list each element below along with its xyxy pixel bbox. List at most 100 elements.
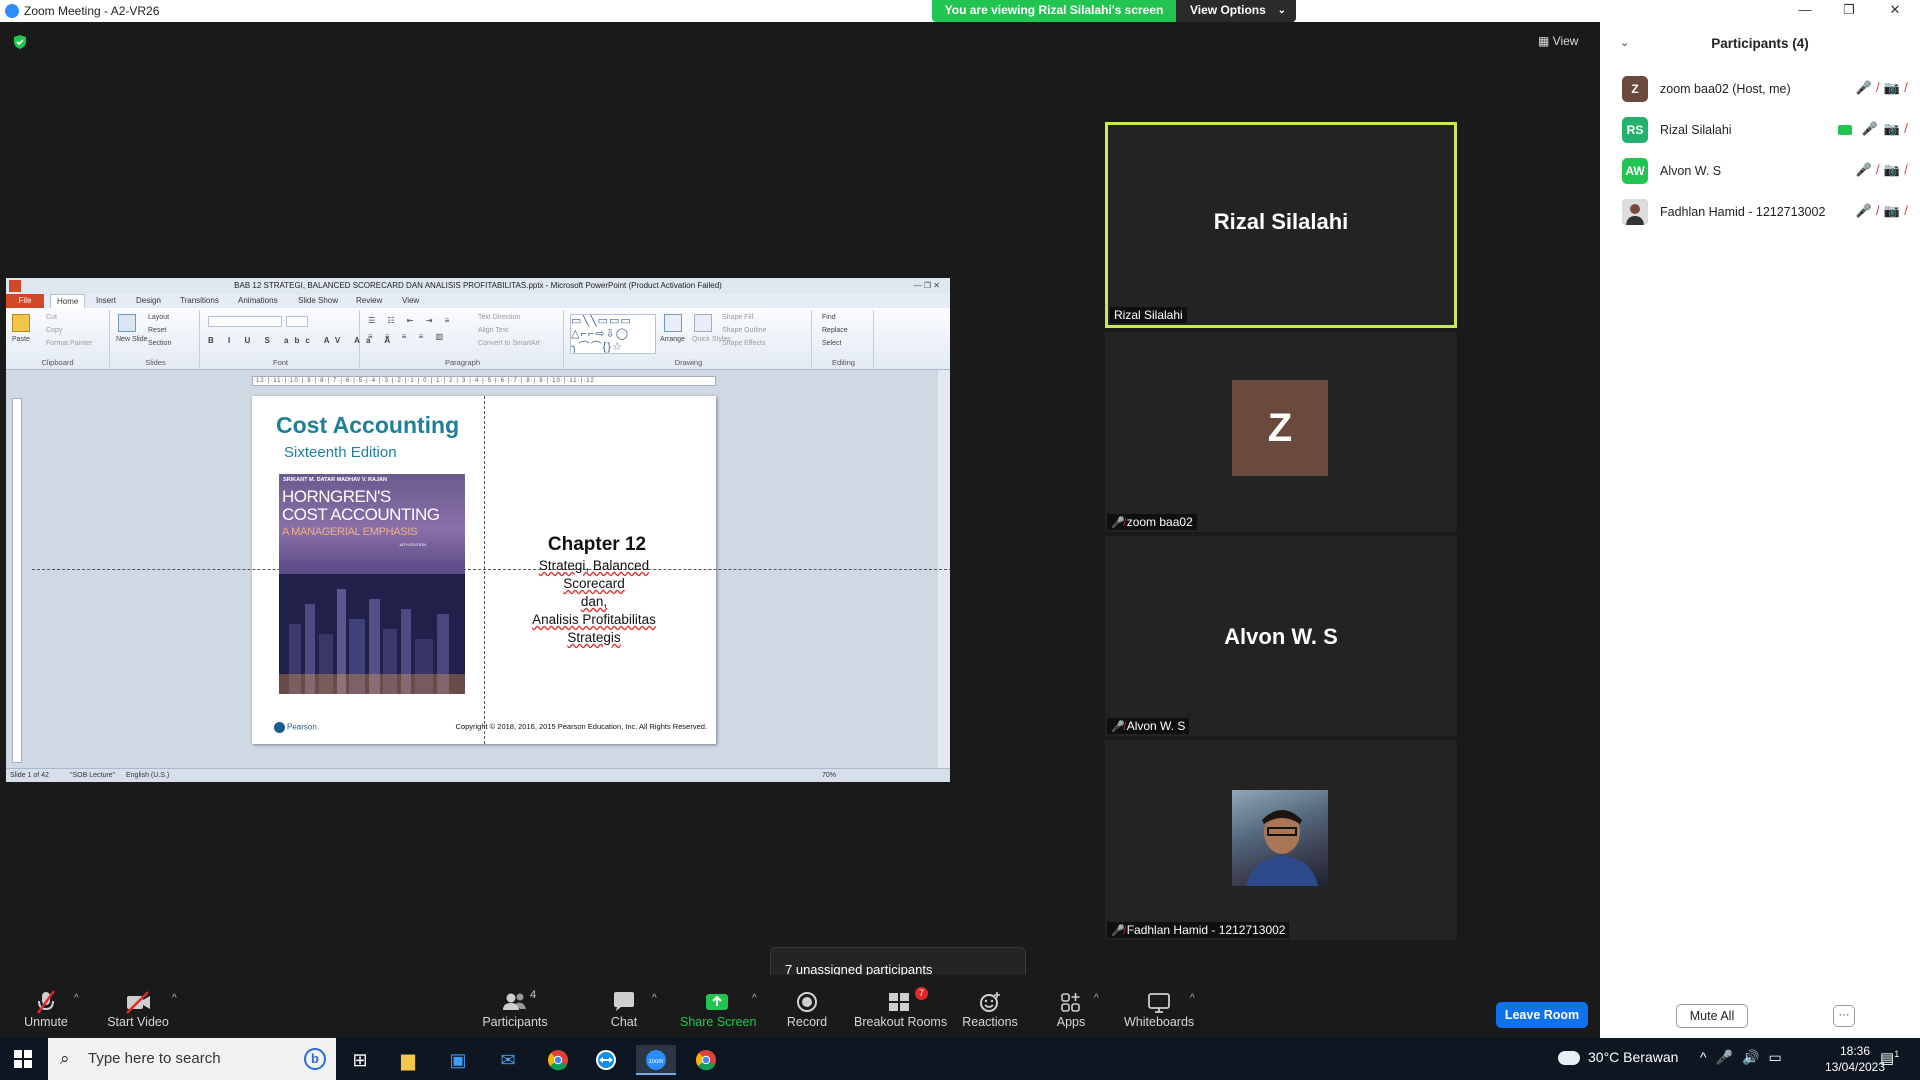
mic-muted-icon: 🎤̸ (1855, 203, 1884, 218)
participants-button[interactable]: 4 Participants (480, 989, 550, 1029)
leave-room-button[interactable]: Leave Room (1496, 1002, 1588, 1028)
participant-row[interactable]: RS Rizal Silalahi 🎤📷̸ (1622, 117, 1912, 145)
apps-options-caret-icon[interactable]: ^ (1094, 993, 1099, 1004)
tile-name-tag-wrapper: 🎤̸ zoom baa02 (1107, 514, 1197, 530)
breakout-rooms-button[interactable]: 7 Breakout Rooms (854, 987, 948, 1029)
zoom-level: 70% (822, 772, 837, 779)
video-tile[interactable]: 🎤̸ Fadhlan Hamid - 1212713002 (1105, 740, 1457, 940)
ppt-status-bar: Slide 1 of 42 "SOB Lecture" English (U.S… (6, 768, 950, 782)
network-icon[interactable]: ▭ (1768, 1049, 1790, 1065)
participants-count: 4 (530, 989, 537, 1001)
participant-name: zoom baa02 (Host, me) (1660, 82, 1791, 96)
video-options-caret-icon[interactable]: ^ (172, 993, 177, 1004)
video-tile[interactable]: Alvon W. S 🎤̸ Alvon W. S (1105, 536, 1457, 736)
breakout-rooms-label: Breakout Rooms (854, 1015, 948, 1029)
participants-panel: ⌄ Participants (4) Z zoom baa02 (Host, m… (1600, 22, 1920, 1038)
ppt-tab-transitions: Transitions (180, 296, 219, 305)
more-options-button[interactable]: ··· (1833, 1005, 1855, 1027)
whiteboards-button[interactable]: Whiteboards (1124, 989, 1194, 1029)
ppt-tab-slide-show: Slide Show (298, 296, 339, 305)
mic-muted-icon: 🎤̸ (1111, 517, 1125, 529)
participant-row[interactable]: Z zoom baa02 (Host, me) 🎤̸📷̸ (1622, 76, 1912, 104)
notifications-icon[interactable]: ▤1 (1880, 1049, 1899, 1067)
smiley-add-icon (962, 989, 1018, 1015)
unmute-button[interactable]: Unmute (22, 989, 70, 1029)
chat-button[interactable]: Chat (606, 989, 642, 1029)
ribbon-group-font: B I U S abc AV Aa A Font (202, 310, 390, 368)
windows-taskbar: ⌕ Type here to search b ⊞ ▆ ▣ ✉ zoom 30°… (0, 1038, 1920, 1080)
ribbon-group-drawing: ▭╲╲▭▭▭ △⌐⌐⇨⇩◯ ╮⌒⌒{}☆ Arrange Quick Style… (566, 310, 812, 368)
mic-muted-icon: 🎤̸ (1111, 721, 1125, 733)
chrome-profile-icon[interactable] (686, 1045, 726, 1075)
find-label: Find (822, 314, 836, 321)
record-label: Record (786, 1015, 828, 1029)
chrome-icon[interactable] (538, 1045, 578, 1075)
mail-icon[interactable]: ✉ (488, 1045, 528, 1075)
align-buttons: ≡ ≡ ≡ ≡ ▥ (368, 332, 449, 341)
new-slide-label: New Slide (116, 336, 148, 343)
close-button[interactable]: ✕ (1880, 2, 1910, 18)
breakout-rooms-icon (854, 989, 944, 1015)
shape-outline-label: Shape Outline (722, 327, 767, 334)
participant-row[interactable]: AW Alvon W. S 🎤̸📷̸ (1622, 158, 1912, 186)
start-video-label: Start Video (107, 1015, 169, 1029)
mic-icon: 🎤 (1861, 121, 1884, 136)
video-tile[interactable]: Z 🎤̸ zoom baa02 (1105, 332, 1457, 532)
chat-label: Chat (610, 1015, 638, 1029)
copyright-notice: Copyright © 2018, 2016, 2015 Pearson Edu… (455, 722, 707, 731)
layout-view-button[interactable]: ▦ View (1538, 34, 1578, 48)
speaker-icon[interactable]: 🔊 (1742, 1049, 1768, 1065)
book-subtitle: A MANAGERIAL EMPHASIS (282, 526, 418, 538)
share-options-caret-icon[interactable]: ^ (752, 993, 757, 1004)
maximize-button[interactable]: ❐ (1834, 2, 1864, 18)
whiteboards-options-caret-icon[interactable]: ^ (1190, 993, 1195, 1004)
microsoft-store-icon[interactable]: ▣ (438, 1045, 478, 1075)
participant-name: Fadhlan Hamid - 1212713002 (1660, 205, 1826, 219)
ppt-tab-insert: Insert (96, 296, 117, 305)
system-tray[interactable]: ^🎤🔊▭ (1700, 1049, 1791, 1066)
video-off-icon: 📷̸ (1883, 203, 1912, 218)
slide-title: Cost Accounting (276, 412, 460, 438)
apps-button[interactable]: Apps (1054, 989, 1088, 1029)
video-tile-active-speaker[interactable]: Rizal Silalahi Rizal Silalahi (1105, 122, 1457, 328)
view-options-button[interactable]: View Options ⌄ (1176, 0, 1296, 22)
pearson-logo: Pearson (274, 722, 317, 733)
reactions-button[interactable]: Reactions (962, 989, 1018, 1029)
publisher-name: Pearson (287, 722, 317, 732)
copy-label: Copy (46, 327, 63, 334)
window-title: Zoom Meeting - A2-VR26 (24, 4, 160, 18)
teamviewer-icon[interactable] (586, 1045, 626, 1075)
audio-options-caret-icon[interactable]: ^ (74, 993, 79, 1004)
share-screen-button[interactable]: Share Screen (680, 989, 756, 1029)
avatar-photo (1622, 199, 1648, 225)
tile-name-tag: zoom baa02 (1126, 515, 1193, 529)
person-silhouette-icon (1246, 810, 1318, 886)
minimize-button[interactable]: — (1790, 2, 1820, 17)
participants-icon (480, 989, 550, 1015)
start-video-button[interactable]: Start Video (106, 989, 170, 1029)
shared-screen-powerpoint[interactable]: BAB 12 STRATEGI, BALANCED SCORECARD DAN … (6, 278, 950, 782)
taskbar-search-input[interactable]: ⌕ Type here to search b (48, 1038, 336, 1080)
participant-name: Rizal Silalahi (1660, 123, 1732, 137)
file-explorer-icon[interactable]: ▆ (388, 1045, 428, 1075)
cut-label: Cut (46, 314, 57, 321)
chat-options-caret-icon[interactable]: ^ (652, 993, 657, 1004)
participant-status-icons: 🎤📷̸ (1838, 121, 1912, 137)
mic-tray-icon[interactable]: 🎤 (1716, 1049, 1742, 1065)
vertical-ruler (12, 398, 22, 763)
task-view-icon[interactable]: ⊞ (340, 1045, 380, 1075)
participant-row[interactable]: Fadhlan Hamid - 1212713002 🎤̸📷̸ (1622, 199, 1912, 227)
record-button[interactable]: Record (786, 989, 828, 1029)
mic-muted-icon (22, 989, 70, 1015)
windows-start-icon[interactable] (14, 1050, 32, 1068)
mute-all-button[interactable]: Mute All (1676, 1004, 1748, 1028)
chevron-up-icon[interactable]: ^ (1700, 1049, 1716, 1065)
reset-label: Reset (148, 327, 167, 334)
slide-edition: Sixteenth Edition (284, 444, 397, 461)
zoom-taskbar-icon[interactable]: zoom (636, 1045, 676, 1075)
bing-icon[interactable]: b (304, 1048, 326, 1070)
weather-widget[interactable]: 30°C Berawan (1558, 1049, 1678, 1066)
participants-label: Participants (482, 1015, 548, 1029)
ppt-title-bar: BAB 12 STRATEGI, BALANCED SCORECARD DAN … (6, 278, 950, 294)
shield-check-icon (14, 35, 26, 49)
